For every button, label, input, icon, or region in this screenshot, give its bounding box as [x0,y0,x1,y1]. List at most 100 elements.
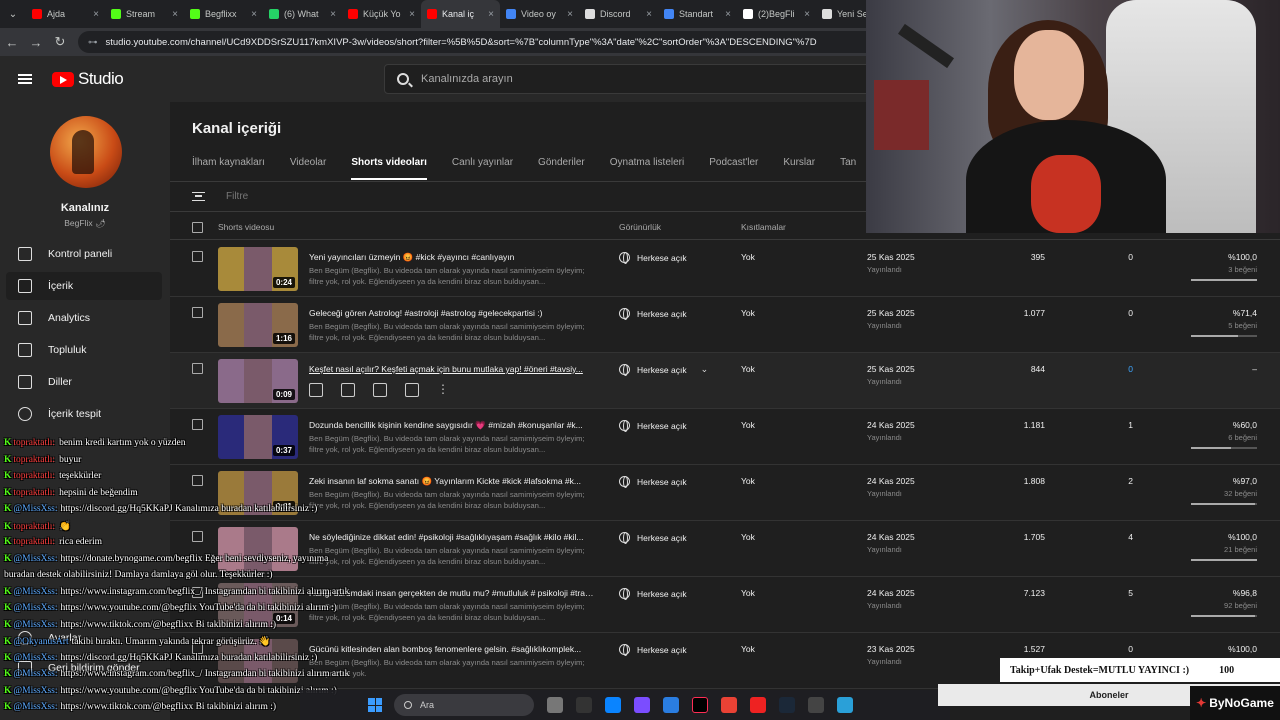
close-icon[interactable]: × [646,9,652,20]
browser-tab[interactable]: Küçük Yo × [342,0,421,28]
browser-tab[interactable]: Video oy × [500,0,579,28]
browser-tab[interactable]: (2)BegFli × [737,0,816,28]
task-view-icon[interactable] [547,697,563,713]
close-icon[interactable]: × [488,9,494,20]
comment-count[interactable]: 2 [1128,476,1133,486]
tab-content-6[interactable]: Podcast'ler [709,157,758,180]
browser-tab[interactable]: Discord × [579,0,658,28]
row-checkbox[interactable] [192,251,203,262]
table-row[interactable]: 0:09 Keşfet nasıl açılır? Keşfeti açmak i… [170,353,1280,409]
tab-content-4[interactable]: Gönderiler [538,157,585,180]
sidebar-item-3[interactable]: Topluluk [6,336,162,364]
row-checkbox[interactable] [192,363,203,374]
visibility-selector[interactable]: Herkese açık [619,644,687,656]
comment-count[interactable]: 0 [1128,252,1133,262]
sidebar-item-4[interactable]: Diller [6,368,162,396]
obs-icon[interactable] [808,697,824,713]
close-icon[interactable]: × [409,9,415,20]
tab-list-button[interactable]: ⌄ [0,0,26,28]
column-header-restrictions[interactable]: Kısıtlamalar [741,222,786,232]
copilot-icon[interactable] [634,697,650,713]
tab-content-3[interactable]: Canlı yayınlar [452,157,513,180]
file-explorer-icon[interactable] [576,697,592,713]
edit-icon[interactable] [309,383,323,397]
chrome-icon[interactable] [721,697,737,713]
video-thumbnail[interactable]: 1:16 [218,303,298,347]
more-options-icon[interactable]: ⋮ [437,383,449,397]
video-thumbnail[interactable]: 0:24 [218,247,298,291]
column-header-video[interactable]: Shorts videosu [218,222,274,232]
comment-count[interactable]: 4 [1128,532,1133,542]
browser-tab[interactable]: Stream × [105,0,184,28]
comments-icon[interactable] [373,383,387,397]
comment-count[interactable]: 0 [1128,364,1133,374]
browser-tab[interactable]: Begflixx × [184,0,263,28]
tab-content-8[interactable]: Tan [840,157,856,180]
opera-icon[interactable] [750,697,766,713]
channel-search-box[interactable]: Kanalınızda arayın [384,64,884,94]
sidebar-item-1[interactable]: İçerik [6,272,162,300]
edge-icon[interactable] [605,697,621,713]
tab-content-2[interactable]: Shorts videoları [351,157,427,180]
column-header-visibility[interactable]: Görünürlük [619,222,661,232]
tiktok-icon[interactable] [692,697,708,713]
visibility-selector[interactable]: Herkese açık [619,308,687,320]
kick-icon: K [4,504,12,514]
video-title[interactable]: Dozunda bencillik kişinin kendine saygıs… [309,420,594,431]
forward-icon[interactable]: → [24,35,48,50]
publish-date: 23 Kas 2025 [867,644,915,654]
windows-start-icon[interactable] [368,698,382,712]
filter-icon[interactable] [192,192,205,201]
close-icon[interactable]: × [330,9,336,20]
close-icon[interactable]: × [172,9,178,20]
sidebar-item-5[interactable]: İçerik tespit [6,400,162,428]
tab-content-1[interactable]: Videolar [290,157,327,180]
browser-tab[interactable]: (6) What × [263,0,342,28]
video-thumbnail[interactable]: 0:09 [218,359,298,403]
row-checkbox[interactable] [192,307,203,318]
visibility-selector[interactable]: Herkese açık ⌄ [619,364,709,376]
close-icon[interactable]: × [93,9,99,20]
studio-logo[interactable]: Studio [52,69,124,89]
close-icon[interactable]: × [567,9,573,20]
sidebar-item-0[interactable]: Kontrol paneli [6,240,162,268]
youtube-icon[interactable] [405,383,419,397]
steam-icon[interactable] [779,697,795,713]
reload-icon[interactable]: ↻ [48,34,72,50]
comment-count[interactable]: 5 [1128,588,1133,598]
store-icon[interactable] [663,697,679,713]
close-icon[interactable]: × [251,9,257,20]
table-row[interactable]: 0:24 Yeni yayıncıları üzmeyin 😡 #kick #ya… [170,241,1280,297]
visibility-selector[interactable]: Herkese açık [619,532,687,544]
video-title[interactable]: Yeni yayıncıları üzmeyin 😡 #kick #yayınc… [309,252,594,263]
visibility-selector[interactable]: Herkese açık [619,476,687,488]
browser-tab[interactable]: Ajda × [26,0,105,28]
video-title[interactable]: Geleceği gören Astrolog! #astroloji #ast… [309,308,594,318]
taskbar-search[interactable]: Ara [394,694,534,716]
tab-content-5[interactable]: Oynatma listeleri [610,157,684,180]
menu-icon[interactable] [18,74,32,84]
select-all-checkbox[interactable] [192,222,203,233]
chevron-down-icon[interactable]: ⌄ [701,364,709,375]
visibility-selector[interactable]: Herkese açık [619,420,687,432]
comment-count[interactable]: 0 [1128,644,1133,654]
comment-count[interactable]: 0 [1128,308,1133,318]
video-title[interactable]: Keşfet nasıl açılır? Keşfeti açmak için … [309,364,594,374]
tab-content-0[interactable]: İlham kaynakları [192,157,265,180]
back-icon[interactable]: ← [0,35,24,50]
analytics-icon[interactable] [341,383,355,397]
visibility-selector[interactable]: Herkese açık [619,252,687,264]
row-checkbox[interactable] [192,419,203,430]
close-icon[interactable]: × [725,9,731,20]
browser-tab[interactable]: Kanal iç × [421,0,500,28]
site-info-icon[interactable]: ⊶ [88,37,98,48]
browser-tab[interactable]: Standart × [658,0,737,28]
visibility-selector[interactable]: Herkese açık [619,588,687,600]
close-icon[interactable]: × [804,9,810,20]
table-row[interactable]: 1:16 Geleceği gören Astrolog! #astroloji … [170,297,1280,353]
tab-content-7[interactable]: Kurslar [783,157,815,180]
channel-avatar[interactable] [50,116,122,188]
comment-count[interactable]: 1 [1128,420,1133,430]
sidebar-item-2[interactable]: Analytics [6,304,162,332]
app-icon[interactable] [837,697,853,713]
